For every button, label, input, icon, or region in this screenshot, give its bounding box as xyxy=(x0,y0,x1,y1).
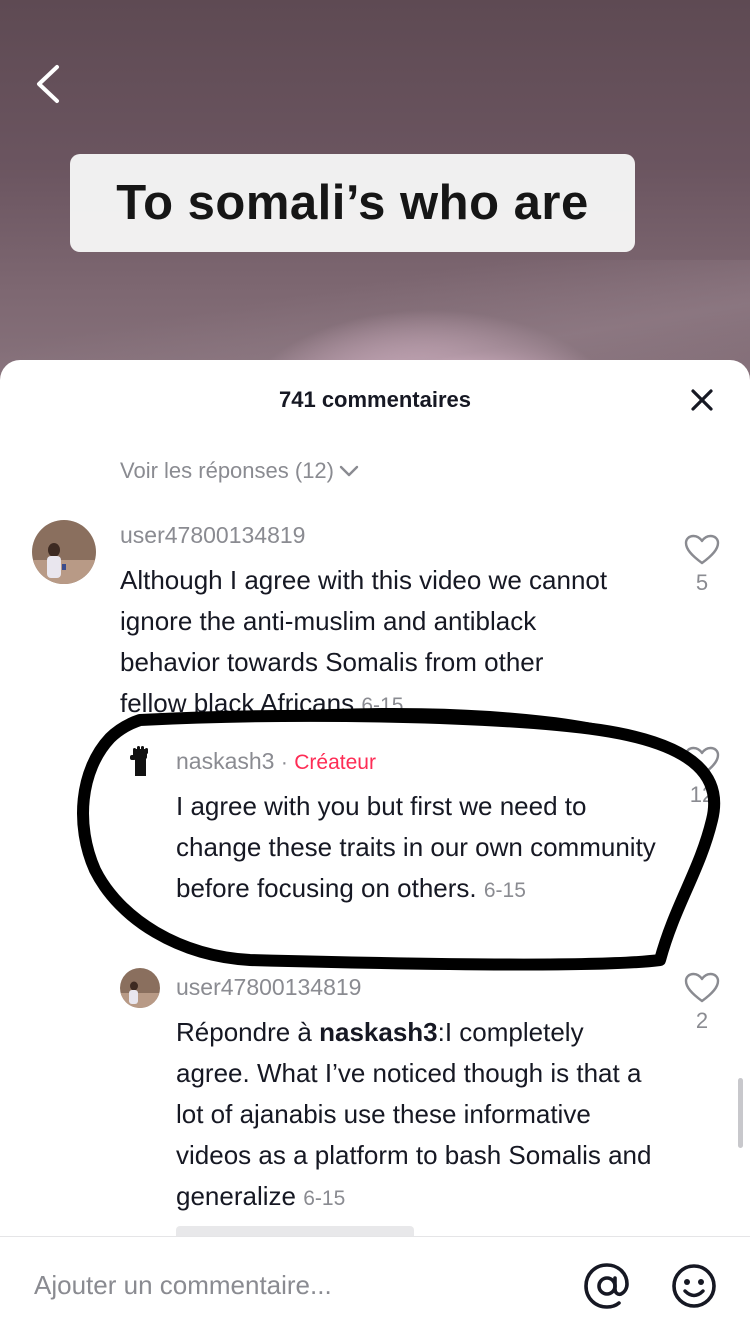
heart-outline-icon xyxy=(684,746,720,777)
like-count: 5 xyxy=(695,570,709,595)
user-photo xyxy=(120,968,160,1008)
reply-mention[interactable]: naskash3 xyxy=(319,1017,438,1047)
like-button[interactable]: 2 xyxy=(677,972,727,1034)
avatar[interactable] xyxy=(120,968,160,1008)
chevron-left-icon xyxy=(37,65,59,103)
avatar[interactable] xyxy=(32,520,96,584)
close-icon xyxy=(691,389,713,411)
like-count: 12 xyxy=(689,782,715,807)
like-count: 2 xyxy=(695,1008,709,1033)
at-sign-icon xyxy=(584,1263,629,1309)
comment-sheet: 741 commentaires Voir les réponses (12) xyxy=(0,360,750,1334)
back-button[interactable] xyxy=(26,58,70,110)
comment-count-title: 741 commentaires xyxy=(279,387,471,412)
comment-text: I agree with you but first we need to ch… xyxy=(176,791,656,903)
like-button[interactable]: 12 xyxy=(677,746,727,808)
comment-username[interactable]: user47800134819 xyxy=(120,522,305,549)
chevron-down-icon xyxy=(339,465,359,477)
tiktok-comments-screen: To somali’s who are 741 commentaires Voi… xyxy=(0,0,750,1334)
sheet-header: 741 commentaires xyxy=(0,360,750,440)
raised-fist-icon xyxy=(130,746,148,776)
emoji-button[interactable] xyxy=(671,1263,717,1309)
smiley-icon xyxy=(672,1264,716,1308)
avatar[interactable] xyxy=(120,742,160,782)
comment-date: 6-15 xyxy=(361,694,404,717)
comment-body: Although I agree with this video we cann… xyxy=(120,560,610,726)
comment-date: 6-15 xyxy=(303,1187,346,1210)
user-photo xyxy=(32,520,96,584)
mention-button[interactable] xyxy=(584,1263,630,1309)
comment-username-row: naskash3 · Créateur xyxy=(176,748,376,775)
view-replies-label: Voir les réponses (12) xyxy=(120,458,334,483)
separator-dot: · xyxy=(280,751,288,774)
view-replies-link[interactable]: Voir les réponses (12) xyxy=(120,458,360,484)
like-button[interactable]: 5 xyxy=(677,534,727,596)
video-caption: To somali’s who are xyxy=(70,154,635,252)
comment-body: I agree with you but first we need to ch… xyxy=(176,786,666,911)
close-button[interactable] xyxy=(684,382,720,418)
comment-input-bar xyxy=(0,1236,750,1334)
creator-badge: Créateur xyxy=(294,751,376,774)
comment-date: 6-15 xyxy=(483,879,526,902)
comment-username[interactable]: user47800134819 xyxy=(176,974,361,1001)
comment-body: Répondre à naskash3:I completely agree. … xyxy=(176,1012,656,1219)
scrollbar[interactable] xyxy=(738,1078,743,1148)
reply-prefix: Répondre à xyxy=(176,1017,320,1047)
comment-input[interactable] xyxy=(34,1259,554,1311)
heart-outline-icon xyxy=(684,534,720,565)
heart-outline-icon xyxy=(684,972,720,1003)
comment-username[interactable]: naskash3 xyxy=(176,748,274,774)
